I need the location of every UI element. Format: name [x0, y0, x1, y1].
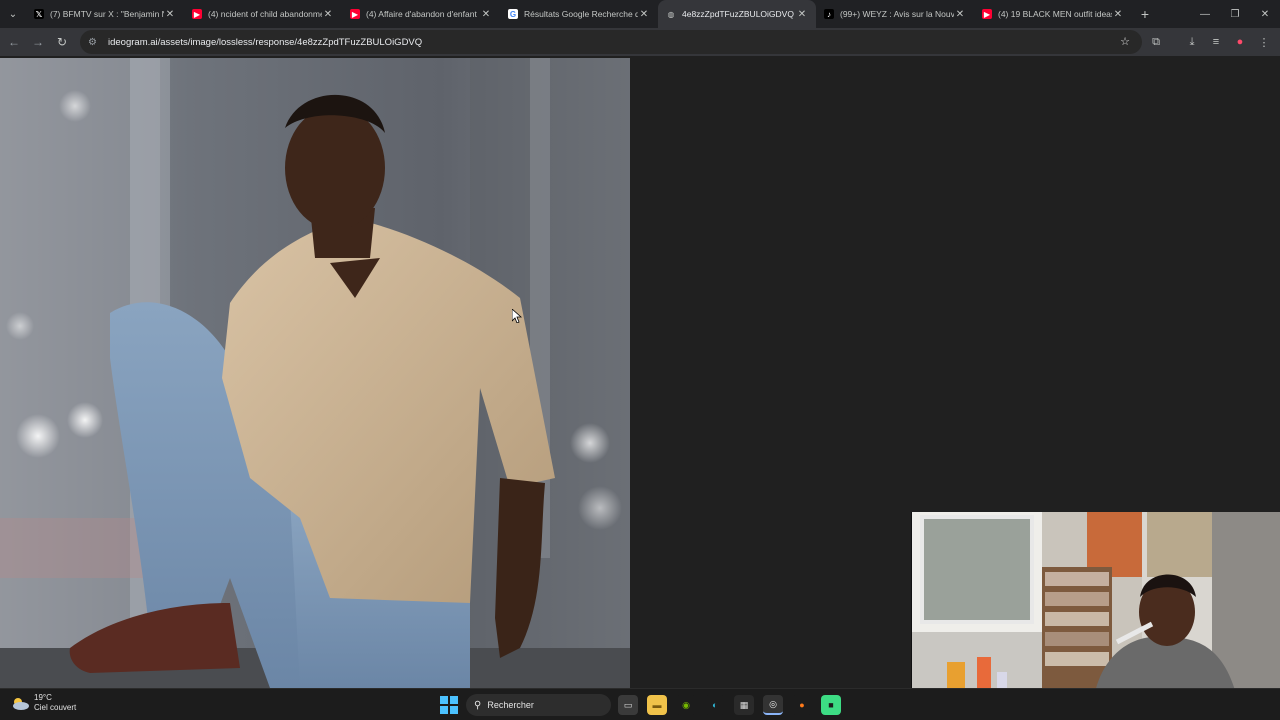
- toolbar-actions: ⧉ ⤓ ≡ ● ⋮: [1144, 30, 1276, 54]
- tab-list: 𝕏 (7) BFMTV sur X : "Benjamin Ne ✕ ▶ (4) nci…: [26, 0, 1132, 28]
- tab-title: Résultats Google Recherche d'i: [524, 9, 638, 19]
- media-control-icon[interactable]: ≡: [1204, 30, 1228, 54]
- address-bar[interactable]: ⚙ ideogram.ai/assets/image/lossless/resp…: [80, 30, 1142, 54]
- store-icon[interactable]: ▦: [734, 695, 754, 715]
- tab-0[interactable]: 𝕏 (7) BFMTV sur X : "Benjamin Ne ✕: [26, 0, 184, 28]
- tab-title: (4) 19 BLACK MEN outfit ideas: [998, 9, 1112, 19]
- tab-close-icon[interactable]: ✕: [638, 9, 650, 20]
- search-icon: ⚲: [474, 699, 482, 711]
- weather-text: 19°C Ciel couvert: [34, 693, 76, 713]
- windows-start-icon[interactable]: [440, 696, 458, 714]
- tab-close-icon[interactable]: ✕: [164, 9, 176, 20]
- download-icon[interactable]: ⤓: [1180, 30, 1204, 54]
- minimize-icon[interactable]: —: [1190, 0, 1220, 28]
- tab-title: 4e8zzZpdTFuzZBULOiGDVQ (1: [682, 9, 796, 19]
- globe-icon: ◍: [667, 9, 675, 19]
- tab-5[interactable]: ♪ (99+) WEYZ : Avis sur la Nouve ✕: [816, 0, 974, 28]
- tab-close-icon[interactable]: ✕: [954, 9, 966, 20]
- windows-taskbar: 19°C Ciel couvert ⚲ Rechercher ▭ ▬ ◉ ◐ ▦…: [0, 688, 1280, 720]
- tab-title: (4) Affaire d'abandon d'enfant: [366, 9, 477, 19]
- cloud-icon: [13, 698, 29, 710]
- window-controls: — ❐ ✕: [1190, 0, 1280, 28]
- firefox-icon[interactable]: ●: [792, 695, 812, 715]
- displayed-image: [0, 58, 630, 688]
- portrait-photo: [0, 58, 630, 688]
- tab-close-icon[interactable]: ✕: [796, 9, 808, 20]
- chrome-icon[interactable]: ◎: [763, 695, 783, 715]
- tab-title: (99+) WEYZ : Avis sur la Nouve: [840, 9, 954, 19]
- tab-6[interactable]: ▶ (4) 19 BLACK MEN outfit ideas ✕: [974, 0, 1132, 28]
- restore-icon[interactable]: ❐: [1220, 0, 1250, 28]
- close-window-icon[interactable]: ✕: [1250, 0, 1280, 28]
- youtube-icon: ▶: [982, 9, 992, 19]
- tab-close-icon[interactable]: ✕: [1112, 9, 1124, 20]
- tab-title: (7) BFMTV sur X : "Benjamin Ne: [50, 9, 164, 19]
- file-explorer-icon[interactable]: ▬: [647, 695, 667, 715]
- tab-close-icon[interactable]: ✕: [480, 9, 492, 20]
- new-tab-button[interactable]: +: [1132, 6, 1158, 22]
- google-icon: G: [508, 9, 518, 19]
- youtube-icon: ▶: [192, 9, 202, 19]
- tab-3[interactable]: G Résultats Google Recherche d'i ✕: [500, 0, 658, 28]
- tab-strip: ⌄ 𝕏 (7) BFMTV sur X : "Benjamin Ne ✕ ▶ (4) n…: [0, 0, 1280, 28]
- menu-kebab-icon[interactable]: ⋮: [1252, 30, 1276, 54]
- search-placeholder: Rechercher: [487, 700, 534, 710]
- profile-icon[interactable]: ●: [1228, 30, 1252, 54]
- weather-temperature: 19°C: [34, 693, 52, 702]
- site-info-icon[interactable]: ⚙: [88, 37, 104, 48]
- weather-condition: Ciel couvert: [34, 703, 77, 712]
- tab-close-icon[interactable]: ✕: [322, 9, 334, 20]
- app-icon[interactable]: ■: [821, 695, 841, 715]
- tiktok-icon: ♪: [824, 9, 834, 19]
- tab-title: (4) ncident of child abandonme: [208, 9, 322, 19]
- nvidia-icon[interactable]: ◉: [676, 695, 696, 715]
- forward-arrow-icon[interactable]: →: [26, 30, 50, 54]
- edge-icon[interactable]: ◐: [705, 695, 725, 715]
- taskbar-search-box[interactable]: ⚲ Rechercher: [466, 694, 611, 716]
- youtube-icon: ▶: [350, 9, 360, 19]
- back-arrow-icon[interactable]: ←: [2, 30, 26, 54]
- x-logo-icon: 𝕏: [34, 9, 44, 19]
- tab-search-chevron-icon[interactable]: ⌄: [0, 0, 26, 28]
- browser-toolbar: ← → ↻ ⚙ ideogram.ai/assets/image/lossles…: [0, 28, 1280, 56]
- tab-2[interactable]: ▶ (4) Affaire d'abandon d'enfant ✕: [342, 0, 500, 28]
- mouse-cursor-icon: [511, 308, 523, 328]
- weather-widget[interactable]: 19°C Ciel couvert: [10, 693, 76, 713]
- bookmark-star-icon[interactable]: ☆: [1120, 35, 1130, 48]
- task-view-icon[interactable]: ▭: [618, 695, 638, 715]
- reload-icon[interactable]: ↻: [50, 30, 74, 54]
- tab-1[interactable]: ▶ (4) ncident of child abandonme ✕: [184, 0, 342, 28]
- url-text: ideogram.ai/assets/image/lossless/respon…: [108, 36, 423, 48]
- extensions-icon[interactable]: ⧉: [1144, 30, 1168, 54]
- tab-4[interactable]: ◍ 4e8zzZpdTFuzZBULOiGDVQ (1 ✕: [658, 0, 816, 28]
